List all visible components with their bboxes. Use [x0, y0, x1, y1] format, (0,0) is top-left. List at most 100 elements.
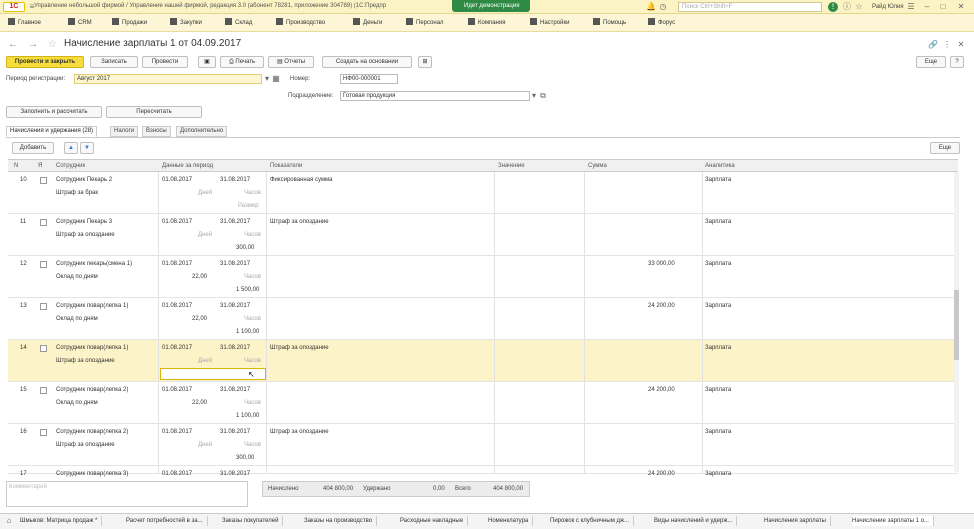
table-row[interactable]: 16 Сотрудник повар(лепка 2) Штраф за опозд… — [8, 424, 958, 466]
menu-item-warehouse[interactable]: Склад — [225, 18, 252, 26]
department-dropdown-icon[interactable]: ▾ — [530, 91, 538, 101]
tab-taxes[interactable]: Налоги — [110, 126, 139, 137]
col-analytics[interactable]: Аналитика — [705, 163, 735, 169]
row-checkbox[interactable] — [40, 345, 47, 352]
hours-value[interactable]: 1 100,00 — [236, 413, 259, 419]
row-checkbox[interactable] — [40, 219, 47, 226]
hours-caption[interactable]: Часов — [244, 358, 261, 364]
star-icon[interactable]: ☆ — [854, 2, 864, 12]
analytics-value[interactable]: Зарплата — [705, 177, 731, 183]
table-row[interactable]: 15 Сотрудник повар(лепка 2) Оклад по дням 0… — [8, 382, 958, 424]
row-number[interactable]: 13 — [20, 303, 27, 309]
menu-item-money[interactable]: Деньги — [353, 18, 382, 26]
period-from[interactable]: 01.08.2017 — [162, 303, 192, 309]
analytics-value[interactable]: Зарплата — [705, 387, 731, 393]
days-value[interactable]: 22,00 — [192, 274, 207, 280]
row-number[interactable]: 11 — [20, 219, 26, 225]
tab-accruals[interactable]: Начисления и удержания (28) — [6, 126, 98, 137]
window-tab-customer-orders[interactable]: Заказы покупателей — [222, 516, 284, 526]
recalc-button[interactable]: Пересчитать — [106, 106, 202, 118]
employee-name[interactable]: Сотрудник Пекарь 2 — [56, 177, 112, 183]
col-period-data[interactable]: Данные за период — [162, 163, 213, 169]
accrual-type[interactable]: Оклад по дням — [56, 400, 98, 406]
search-input[interactable]: Поиск Ctrl+Shift+F — [678, 2, 822, 12]
department-field[interactable]: Готовая продукция — [340, 91, 530, 101]
period-to[interactable]: 31.08.2017 — [220, 177, 250, 183]
accrual-type[interactable]: Штраф за опоздание — [56, 442, 115, 448]
size-caption[interactable]: Размер — [238, 203, 259, 209]
amount-value[interactable]: 24 200,00 — [648, 303, 675, 309]
accrual-type[interactable]: Оклад по дням — [56, 274, 98, 280]
menu-item-main[interactable]: Главное — [8, 18, 41, 26]
table-more-button[interactable]: Еще — [930, 142, 960, 154]
analytics-value[interactable]: Зарплата — [705, 303, 731, 309]
window-tab-payroll-list[interactable]: Начисления зарплаты — [764, 516, 831, 526]
menu-item-personnel[interactable]: Персонал — [406, 18, 444, 26]
forward-arrow-icon[interactable]: → — [28, 40, 38, 50]
more-vertical-icon[interactable]: ⋮ — [942, 40, 952, 50]
menu-item-sales[interactable]: Продажи — [112, 18, 147, 26]
window-tab-invoices[interactable]: Расходные накладные — [400, 516, 469, 526]
tab-contributions[interactable]: Взносы — [142, 126, 171, 137]
accrual-type[interactable]: Штраф за брак — [56, 190, 98, 196]
maximize-icon[interactable]: □ — [938, 2, 948, 12]
days-value[interactable]: 22,00 — [192, 400, 207, 406]
employee-name[interactable]: Сотрудник повар(лепка 1) — [56, 303, 128, 309]
period-from[interactable]: 01.08.2017 — [162, 387, 192, 393]
row-number[interactable]: 10 — [20, 177, 27, 183]
employee-name[interactable]: Сотрудник повар(лепка 2) — [56, 429, 128, 435]
save-button[interactable]: Записать — [90, 56, 138, 68]
days-caption[interactable]: Дней — [198, 442, 212, 448]
row-checkbox[interactable] — [40, 261, 47, 268]
menu-item-crm[interactable]: CRM — [68, 18, 92, 26]
info-icon[interactable]: ⓘ — [842, 2, 852, 12]
indicator-name[interactable]: Фиксированная сумма — [270, 177, 333, 183]
days-caption[interactable]: Дней — [198, 190, 212, 196]
home-icon[interactable]: ⌂ — [4, 516, 14, 526]
window-tab-nomenclature[interactable]: Номенклатура — [488, 516, 534, 526]
menu-item-company[interactable]: Компания — [468, 18, 505, 26]
hours-caption[interactable]: Часов — [244, 190, 261, 196]
period-from[interactable]: 01.08.2017 — [162, 261, 192, 267]
menu-item-production[interactable]: Производство — [276, 18, 325, 26]
row-checkbox[interactable] — [40, 177, 47, 184]
bookmark-star-icon[interactable]: ☆ — [48, 40, 57, 50]
period-dropdown-icon[interactable]: ▾ — [263, 74, 271, 84]
analytics-value[interactable]: Зарплата — [705, 261, 731, 267]
window-tab-sales-matrix[interactable]: Шмыков: Матрица продаж * — [20, 516, 103, 526]
add-row-button[interactable]: Добавить — [12, 142, 54, 154]
col-flag[interactable]: Я — [38, 163, 42, 169]
window-tab-pie[interactable]: Пирожок с клубничным дж... — [550, 516, 635, 526]
row-number[interactable]: 12 — [20, 261, 27, 267]
table-row[interactable]: 14 Сотрудник повар(лепка 1) Штраф за опозд… — [8, 340, 958, 382]
menu-item-help[interactable]: Помощь — [593, 18, 626, 26]
period-to[interactable]: 31.08.2017 — [220, 471, 250, 477]
table-row[interactable]: 10 Сотрудник Пекарь 2 Штраф за брак 01.08.2… — [8, 172, 958, 214]
row-checkbox[interactable] — [40, 303, 47, 310]
row-number[interactable]: 14 — [20, 345, 27, 351]
analytics-value[interactable]: Зарплата — [705, 345, 731, 351]
row-number[interactable]: 16 — [20, 429, 27, 435]
accrual-type[interactable]: Оклад по дням — [56, 316, 98, 322]
help-button[interactable]: ? — [950, 56, 964, 68]
period-from[interactable]: 01.08.2017 — [162, 345, 192, 351]
analytics-value[interactable]: Зарплата — [705, 219, 731, 225]
amount-value[interactable]: 33 000,00 — [648, 261, 675, 267]
period-from[interactable]: 01.08.2017 — [162, 471, 192, 477]
period-to[interactable]: 31.08.2017 — [220, 345, 250, 351]
create-based-button[interactable]: Создать на основании — [322, 56, 412, 68]
hours-caption[interactable]: Часов — [244, 316, 261, 322]
comment-field[interactable]: Комментарий — [6, 481, 248, 507]
table-row[interactable]: 13 Сотрудник повар(лепка 1) Оклад по дням 0… — [8, 298, 958, 340]
row-number[interactable]: 17 — [20, 471, 27, 477]
menu-item-purchases[interactable]: Закупки — [170, 18, 202, 26]
more-button[interactable]: Еще — [916, 56, 946, 68]
move-up-button[interactable]: ▲ — [64, 142, 78, 154]
link-icon[interactable]: 🔗 — [928, 40, 938, 50]
employee-name[interactable]: Сотрудник повар(лепка 3) — [56, 471, 128, 477]
accrual-type[interactable]: Штраф за опоздание — [56, 358, 115, 364]
accrual-type[interactable]: Штраф за опоздание — [56, 232, 115, 238]
structure-button[interactable]: ⊞ — [418, 56, 432, 68]
col-value[interactable]: Значение — [498, 163, 525, 169]
period-from[interactable]: 01.08.2017 — [162, 429, 192, 435]
